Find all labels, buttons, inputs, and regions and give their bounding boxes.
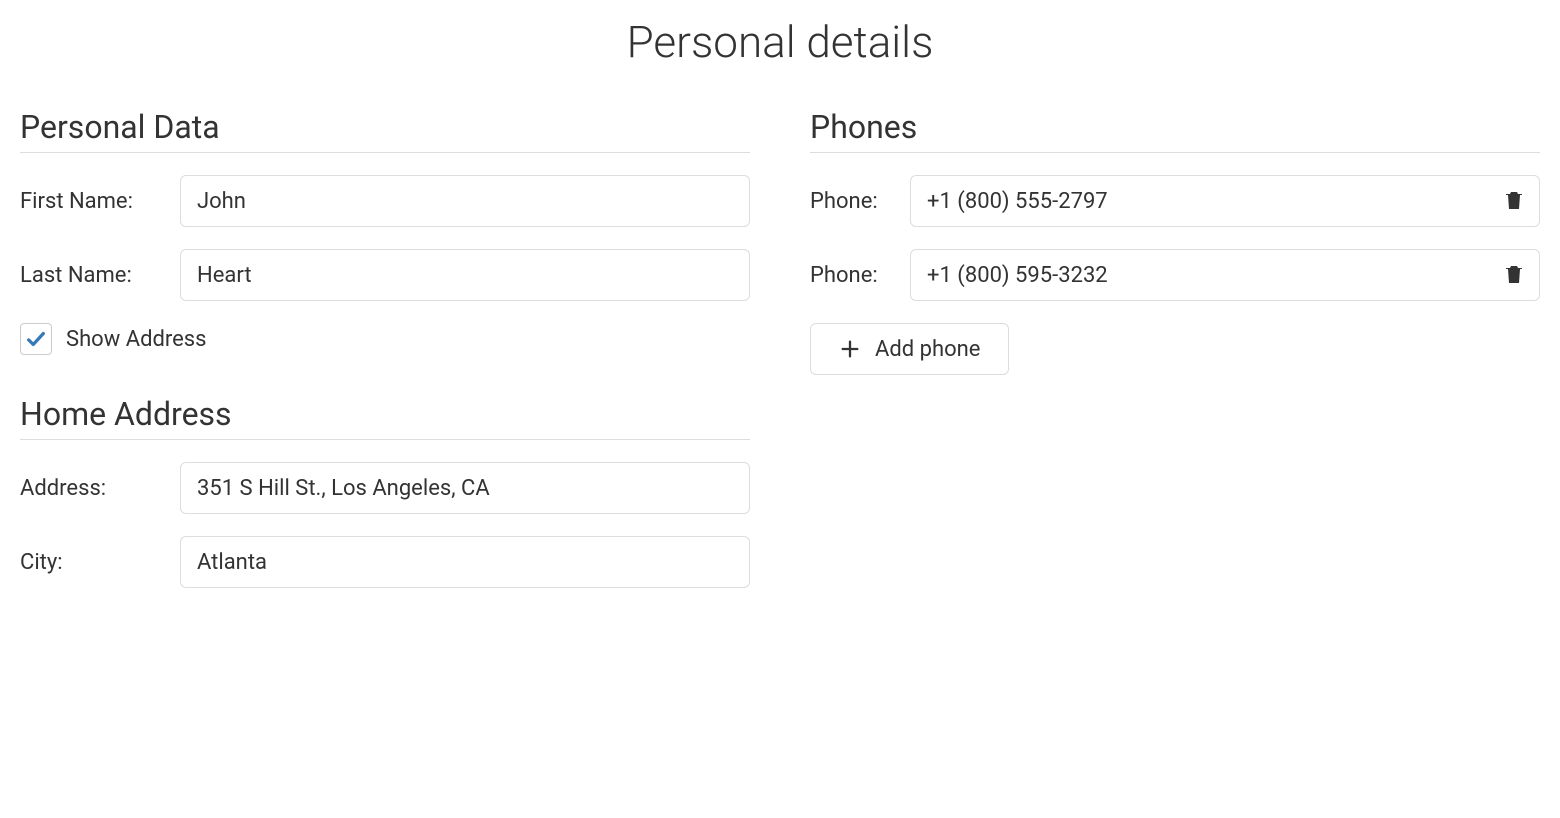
show-address-label: Show Address [66,327,207,352]
last-name-input[interactable] [180,249,750,301]
check-icon [25,328,47,350]
trash-icon [1502,188,1526,215]
first-name-label: First Name: [20,189,180,214]
phone-label: Phone: [810,263,910,288]
phone-row-1: Phone: [810,249,1540,301]
delete-phone-button-0[interactable] [1498,185,1530,217]
home-address-group: Home Address Address: City: [20,395,750,588]
city-row: City: [20,536,750,588]
add-phone-label: Add phone [875,337,980,362]
city-input[interactable] [180,536,750,588]
last-name-row: Last Name: [20,249,750,301]
address-label: Address: [20,476,180,501]
add-phone-row: Add phone [810,323,1540,375]
page-title: Personal details [20,16,1540,68]
show-address-row: Show Address [20,323,750,355]
address-row: Address: [20,462,750,514]
show-address-checkbox[interactable] [20,323,52,355]
phones-heading: Phones [810,108,1540,153]
phone-label: Phone: [810,189,910,214]
delete-phone-button-1[interactable] [1498,259,1530,291]
trash-icon [1502,262,1526,289]
city-label: City: [20,550,180,575]
phones-group: Phones Phone: Phone: [810,108,1540,375]
last-name-label: Last Name: [20,263,180,288]
plus-icon [839,338,861,360]
phone-input-0[interactable] [910,175,1540,227]
first-name-input[interactable] [180,175,750,227]
phone-input-1[interactable] [910,249,1540,301]
first-name-row: First Name: [20,175,750,227]
add-phone-button[interactable]: Add phone [810,323,1009,375]
home-address-heading: Home Address [20,395,750,440]
personal-data-heading: Personal Data [20,108,750,153]
personal-data-group: Personal Data First Name: Last Name: [20,108,750,355]
address-input[interactable] [180,462,750,514]
phone-row-0: Phone: [810,175,1540,227]
